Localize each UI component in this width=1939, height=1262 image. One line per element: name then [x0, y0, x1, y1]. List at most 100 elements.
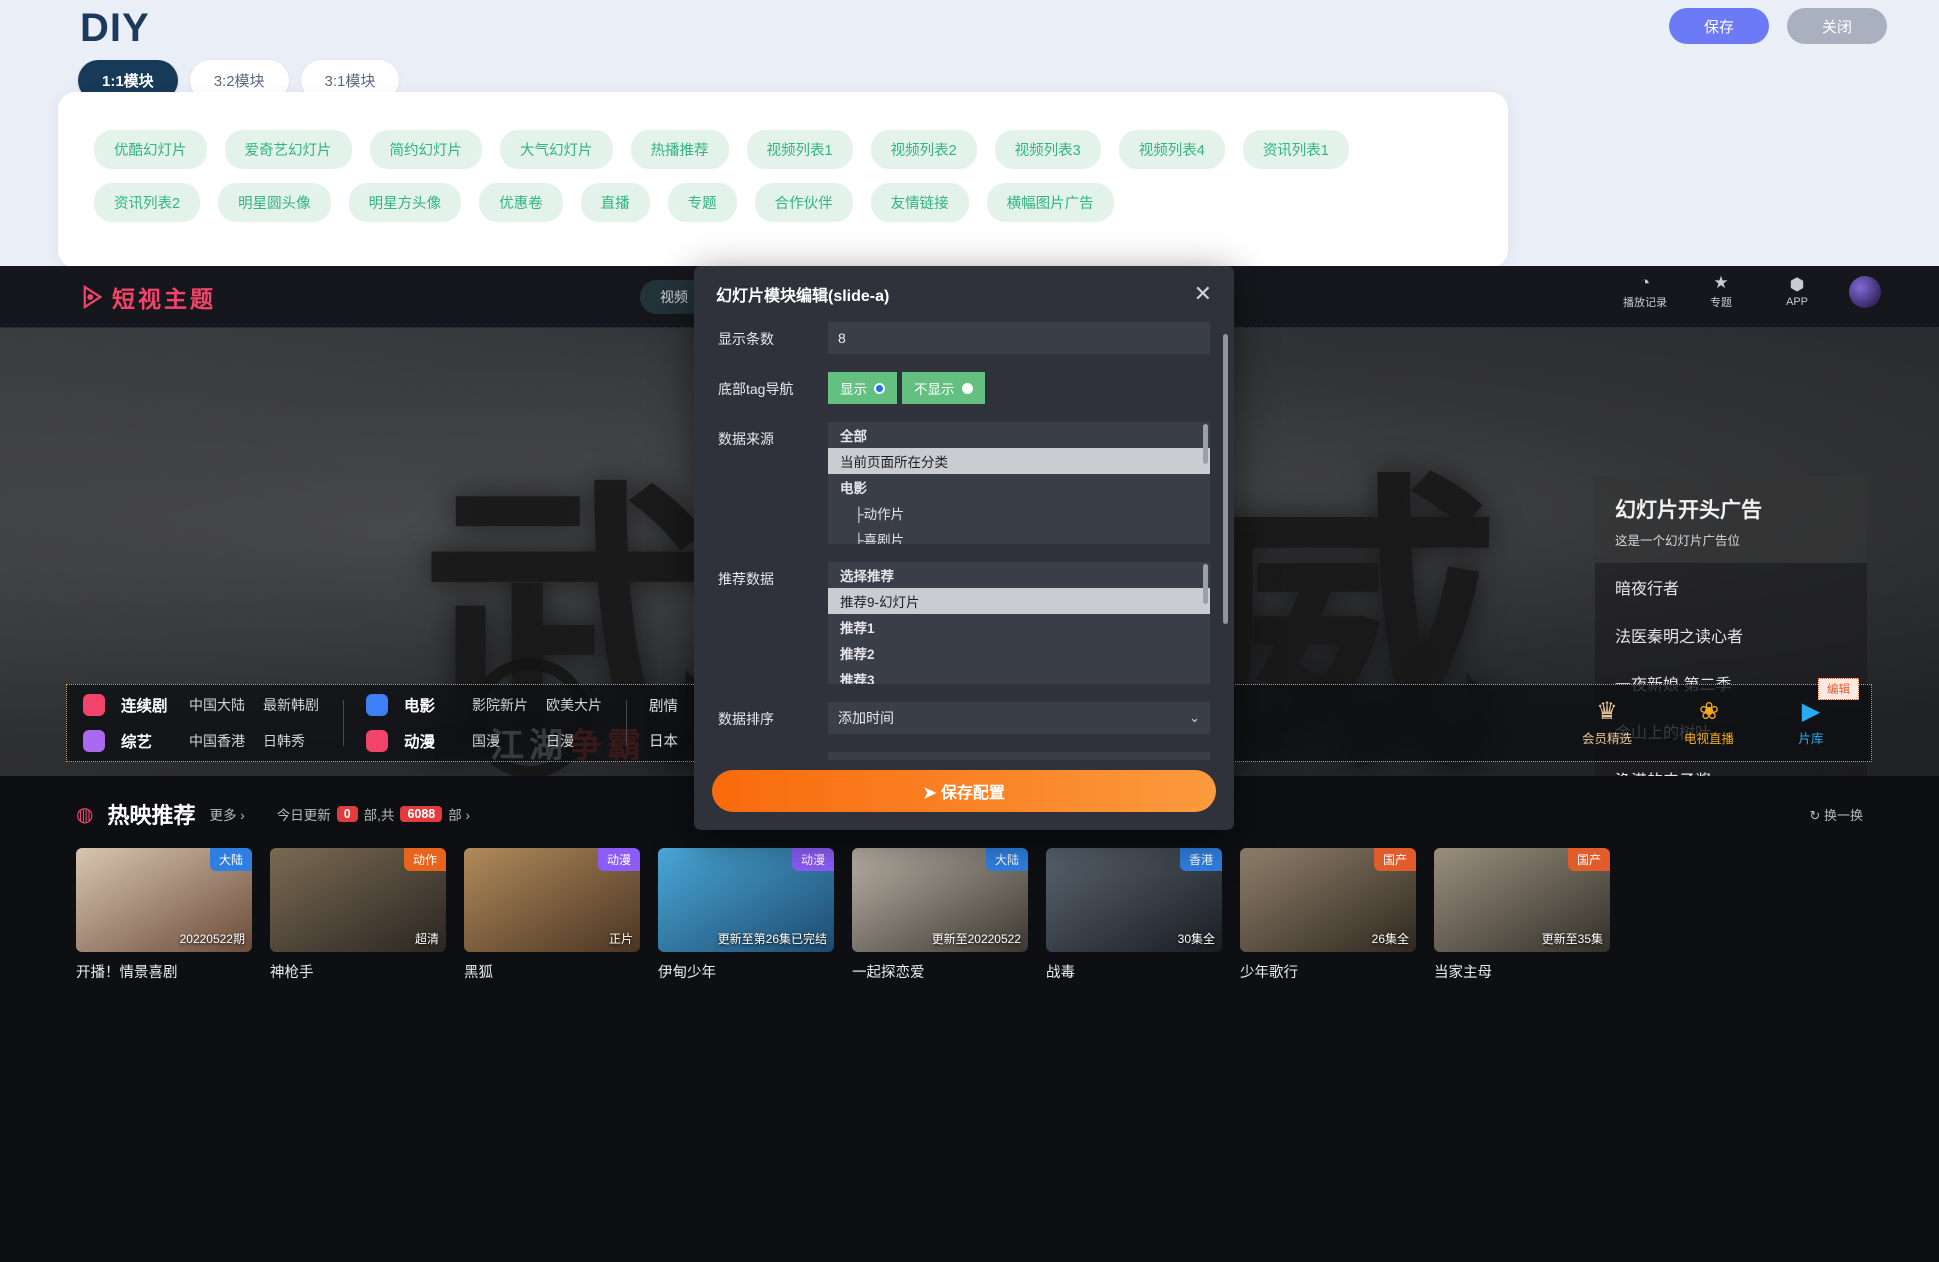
module-chip[interactable]: 优酷幻灯片 [94, 130, 207, 169]
list-item-selected[interactable]: 推荐9-幻灯片 [828, 588, 1210, 614]
app-button[interactable]: ⬢ APP [1773, 276, 1821, 308]
crown-icon: ♛ [1596, 697, 1618, 725]
module-chip[interactable]: 直播 [580, 183, 650, 222]
category-sub-link[interactable]: 欧美大片 [546, 695, 604, 715]
divider [626, 700, 627, 746]
film-library-button[interactable]: ▶ 片库 [1779, 699, 1843, 747]
module-chip[interactable]: 资讯列表1 [1242, 130, 1349, 169]
data-sort-select[interactable]: 添加时间 [828, 702, 1210, 734]
module-chip[interactable]: 合作伙伴 [754, 183, 853, 222]
dialog-header: 幻灯片模块编辑(slide-a) ✕ [694, 266, 1234, 322]
list-item[interactable]: 推荐3 [828, 666, 1210, 684]
list-item[interactable]: 全部 [828, 422, 1210, 448]
display-count-input[interactable] [828, 322, 1210, 354]
stat-prefix: 今日更新 [276, 808, 331, 823]
more-link[interactable]: 更多 › [209, 804, 244, 824]
module-chip[interactable]: 明星方头像 [348, 183, 462, 222]
module-chip[interactable]: 爱奇艺幻灯片 [224, 130, 352, 169]
film-library-label: 片库 [1798, 731, 1824, 746]
movie-title: 当家主母 [1434, 965, 1492, 981]
category-sub-link[interactable]: 国漫 [472, 731, 530, 751]
category-main-label[interactable]: 连续剧 [121, 694, 173, 716]
episode-badge: 更新至第26集已完结 [717, 932, 827, 946]
category-main-label[interactable]: 综艺 [121, 730, 173, 752]
module-chip[interactable]: 专题 [667, 183, 737, 222]
category-main-label[interactable]: 动漫 [404, 730, 456, 752]
module-chip-row-1: 优酷幻灯片 爱奇艺幻灯片 简约幻灯片 大气幻灯片 热播推荐 视频列表1 视频列表… [94, 130, 1472, 222]
movie-card[interactable]: 大陆 20220522期 开播！情景喜剧 [76, 848, 252, 982]
radio-dot-selected-icon [874, 382, 885, 394]
category-group-left: 连续剧 中国大陆 最新韩剧 综艺 中国香港 日韩秀 [83, 694, 321, 752]
category-line: 连续剧 中国大陆 最新韩剧 [83, 694, 321, 716]
list-item-selected[interactable]: 当前页面所在分类 [828, 448, 1210, 474]
module-chip[interactable]: 热播推荐 [630, 130, 729, 169]
list-item[interactable]: 电影 [828, 474, 1210, 500]
list-item[interactable]: 选择推荐 [828, 562, 1210, 588]
history-button[interactable]: ◔ 播放记录 [1621, 274, 1669, 310]
list-item[interactable]: 法医秦明之读心者 [1595, 611, 1867, 659]
module-chip[interactable]: 横幅图片广告 [986, 183, 1114, 222]
category-sub-link[interactable]: 日漫 [546, 731, 604, 751]
listbox-scrollbar[interactable] [1203, 564, 1208, 604]
save-config-button[interactable]: ➤ 保存配置 [712, 770, 1216, 812]
topic-button[interactable]: ★ 专题 [1697, 274, 1745, 310]
data-source-listbox[interactable]: 全部 当前页面所在分类 电影 ├动作片 ├喜剧片 ├爱情片 [828, 422, 1210, 544]
dialog-title: 幻灯片模块编辑(slide-a) [716, 288, 890, 305]
module-chip[interactable]: 友情链接 [870, 183, 969, 222]
field-label: 数据排序 [718, 711, 774, 727]
movie-card[interactable]: 动漫 更新至第26集已完结 伊甸少年 [658, 848, 834, 982]
module-chip[interactable]: 视频列表2 [870, 130, 977, 169]
field-recommend-data: 推荐数据 选择推荐 推荐9-幻灯片 推荐1 推荐2 推荐3 推荐4 [718, 562, 1210, 684]
refresh-link[interactable]: ↻ 换一换 [1809, 805, 1863, 824]
close-button[interactable]: 关闭 [1787, 8, 1887, 44]
movie-card[interactable]: 动漫 正片 黑狐 [464, 848, 640, 982]
category-sub-link[interactable]: 中国大陆 [189, 695, 247, 715]
module-chip[interactable]: 资讯列表2 [94, 183, 201, 222]
category-sub-link[interactable]: 最新韩剧 [263, 695, 321, 715]
field-label: 推荐数据 [718, 571, 774, 587]
recommend-listbox[interactable]: 选择推荐 推荐9-幻灯片 推荐1 推荐2 推荐3 推荐4 [828, 562, 1210, 684]
list-item[interactable]: 暗夜行者 [1595, 563, 1867, 611]
category-sub-link[interactable]: 日韩秀 [263, 731, 321, 751]
save-button[interactable]: 保存 [1669, 8, 1769, 44]
site-logo[interactable]: 短视主题 [82, 280, 216, 314]
category-main-label[interactable]: 电影 [404, 694, 456, 716]
tv-live-button[interactable]: ❀ 电视直播 [1677, 699, 1741, 747]
list-item[interactable]: ├喜剧片 [828, 526, 1210, 544]
tagnav-hide-radio[interactable]: 不显示 [902, 372, 985, 404]
tagnav-show-radio[interactable]: 显示 [828, 372, 897, 404]
list-item[interactable]: ├动作片 [828, 500, 1210, 526]
divider [343, 700, 344, 746]
genre-tag[interactable]: 剧情 [649, 695, 678, 716]
module-chip[interactable]: 视频列表3 [994, 130, 1101, 169]
module-chip[interactable]: 大气幻灯片 [500, 130, 613, 169]
play-logo-icon [83, 284, 103, 309]
edit-badge[interactable]: 编辑 [1818, 677, 1859, 700]
dialog-scrollbar[interactable] [1223, 334, 1228, 624]
toolbar-actions: 保存 关闭 [1669, 8, 1887, 44]
movie-thumbnail: 大陆 20220522期 [76, 848, 252, 952]
module-chip[interactable]: 视频列表1 [746, 130, 853, 169]
module-chip[interactable]: 简约幻灯片 [369, 130, 482, 169]
movie-card[interactable]: 香港 30集全 战毒 [1046, 848, 1222, 982]
module-chip[interactable]: 优惠卷 [479, 183, 563, 222]
category-sub-link[interactable]: 影院新片 [472, 695, 530, 715]
radio-label: 显示 [840, 382, 867, 397]
category-sub-link[interactable]: 中国香港 [189, 731, 247, 751]
status-badge: 大陆 [209, 848, 252, 871]
module-chip[interactable]: 明星圆头像 [218, 183, 331, 222]
module-chip[interactable]: 视频列表4 [1118, 130, 1225, 169]
movie-card[interactable]: 国产 26集全 少年歌行 [1240, 848, 1416, 982]
avatar[interactable] [1849, 276, 1881, 308]
region-tag[interactable]: 日本 [649, 730, 678, 751]
radio-dot-icon [961, 382, 973, 394]
list-item[interactable]: 推荐1 [828, 614, 1210, 640]
vip-picks-button[interactable]: ♛ 会员精选 [1575, 697, 1639, 747]
series-icon [83, 694, 105, 716]
movie-card[interactable]: 动作 超清 神枪手 [270, 848, 446, 982]
movie-card[interactable]: 国产 更新至35集 当家主母 [1434, 848, 1610, 982]
list-item[interactable]: 推荐2 [828, 640, 1210, 666]
close-icon[interactable]: ✕ [1194, 283, 1212, 305]
listbox-scrollbar[interactable] [1203, 424, 1208, 464]
movie-card[interactable]: 大陆 更新至20220522 一起探恋爱 [852, 848, 1028, 982]
